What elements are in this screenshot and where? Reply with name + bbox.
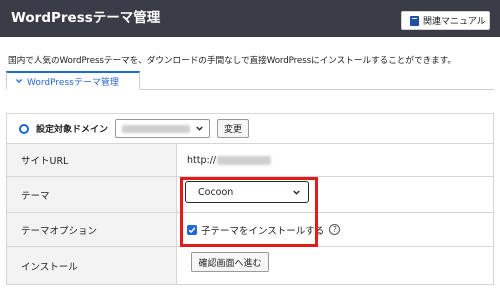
book-icon <box>410 15 419 26</box>
theme-option-value: 子テーマをインストールする ? <box>177 213 493 246</box>
domain-label-wrap: 設定対象ドメイン <box>7 114 493 143</box>
install-value: 確認画面へ進む <box>177 247 493 284</box>
tab-wordpress-theme[interactable]: WordPressテーマ管理 <box>6 71 140 90</box>
domain-select[interactable] <box>115 119 210 138</box>
confirm-button[interactable]: 確認画面へ進む <box>191 252 269 272</box>
chevron-down-icon <box>16 79 22 84</box>
tab-label: WordPressテーマ管理 <box>27 77 119 88</box>
site-url-label: サイトURL <box>7 144 177 176</box>
site-url-row: サイトURL http:// <box>7 144 493 177</box>
domain-redacted <box>122 125 190 133</box>
manual-button-label: 関連マニュアル <box>423 17 486 27</box>
domain-label: 設定対象ドメイン <box>36 125 109 135</box>
theme-select-value: Cocoon <box>198 186 234 198</box>
page-title: WordPressテーマ管理 <box>11 10 161 26</box>
manual-button[interactable]: 関連マニュアル <box>401 11 490 30</box>
theme-label: テーマ <box>7 177 177 212</box>
domain-radio[interactable] <box>19 123 29 134</box>
header-bar: WordPressテーマ管理 関連マニュアル <box>0 0 500 37</box>
site-url-prefix: http:// <box>187 154 217 166</box>
theme-row: テーマ Cocoon <box>7 177 493 213</box>
theme-value: Cocoon <box>177 177 493 212</box>
site-url-value: http:// <box>177 144 493 176</box>
child-theme-checkbox[interactable] <box>187 224 197 235</box>
help-icon[interactable]: ? <box>329 224 341 235</box>
theme-select[interactable]: Cocoon <box>185 181 309 203</box>
chevron-down-icon <box>196 126 203 131</box>
chevron-down-icon <box>293 190 300 195</box>
page-description: 国内で人気のWordPressテーマを、ダウンロードの手間なしで直接WordPr… <box>8 56 456 66</box>
theme-option-label: テーマオプション <box>7 213 177 246</box>
install-row: インストール 確認画面へ進む <box>7 247 493 284</box>
domain-row: 設定対象ドメイン 変更 <box>7 114 493 144</box>
install-label: インストール <box>7 247 177 284</box>
site-url-redacted <box>217 155 272 165</box>
theme-option-row: テーマオプション 子テーマをインストールする ? <box>7 213 493 247</box>
child-theme-label[interactable]: 子テーマをインストールする <box>201 223 324 237</box>
change-button[interactable]: 変更 <box>217 119 249 138</box>
settings-table: 設定対象ドメイン 変更 サイトURL http:// テーマ Cocoon テー… <box>6 113 494 285</box>
check-icon <box>188 226 196 233</box>
